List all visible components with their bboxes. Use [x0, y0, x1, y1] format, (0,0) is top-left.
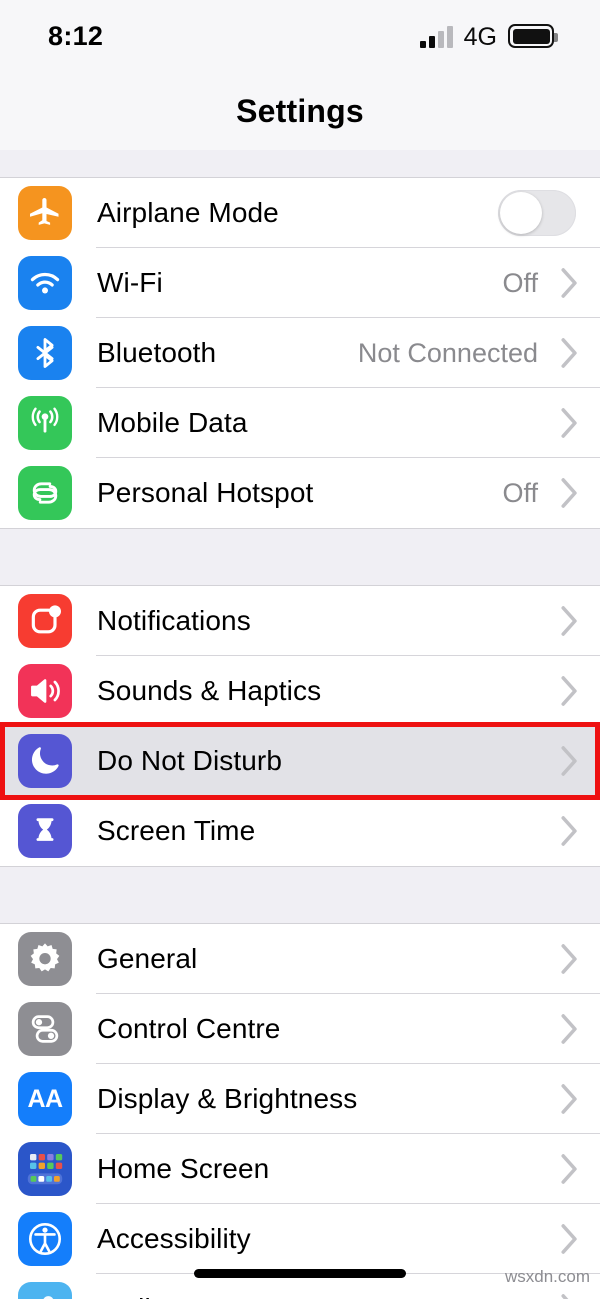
row-value: Off: [502, 267, 538, 298]
row-label: Sounds & Haptics: [97, 675, 322, 706]
chevron-right-icon: [552, 1084, 586, 1114]
airplane-mode-toggle[interactable]: [498, 190, 576, 236]
toggle-knob: [500, 192, 542, 234]
settings-list: Airplane Mode Wi-Fi Off Bluetooth Not Co…: [0, 150, 600, 1299]
settings-row-personal-hotspot[interactable]: Personal Hotspot Off: [0, 458, 600, 528]
bluetooth-icon: [18, 326, 72, 380]
control-centre-icon: [18, 1002, 72, 1056]
status-indicators: 4G: [419, 23, 558, 51]
settings-row-accessibility[interactable]: Accessibility: [0, 1204, 600, 1274]
chevron-right-icon: [552, 408, 586, 438]
row-value: Not Connected: [357, 337, 538, 368]
chevron-right-icon: [552, 746, 586, 776]
settings-row-do-not-disturb[interactable]: Do Not Disturb: [0, 726, 600, 796]
status-time: 8:12: [48, 20, 104, 51]
airplane-icon: [18, 186, 72, 240]
row-label: Home Screen: [97, 1153, 270, 1184]
iphone-settings-screen: 8:12 4G Settings Airplane Mode Wi-Fi Off…: [0, 0, 600, 1299]
settings-row-airplane-mode[interactable]: Airplane Mode: [0, 178, 600, 248]
settings-row-bluetooth[interactable]: Bluetooth Not Connected: [0, 318, 600, 388]
row-value: Off: [502, 477, 538, 508]
group-gap: [0, 150, 600, 178]
row-label: Airplane Mode: [97, 197, 279, 228]
group-gap: [0, 528, 600, 586]
display-brightness-icon: AA: [18, 1072, 72, 1126]
chevron-right-icon: [552, 606, 586, 636]
battery-icon: [508, 24, 558, 48]
status-bar: 8:12 4G: [0, 0, 600, 72]
settings-row-wi-fi[interactable]: Wi-Fi Off: [0, 248, 600, 318]
chevron-right-icon: [552, 816, 586, 846]
page-title: Settings: [236, 92, 364, 129]
chevron-right-icon: [552, 1224, 586, 1254]
do-not-disturb-icon: [18, 734, 72, 788]
row-label: Do Not Disturb: [97, 745, 283, 776]
row-label: Bluetooth: [97, 337, 217, 368]
home-screen-icon: [18, 1142, 72, 1196]
settings-row-screen-time[interactable]: Screen Time: [0, 796, 600, 866]
chevron-right-icon: [552, 338, 586, 368]
wallpaper-icon: [18, 1282, 72, 1299]
chevron-right-icon: [552, 1154, 586, 1184]
settings-group-alerts: Notifications Sounds & Haptics Do Not Di…: [0, 586, 600, 866]
settings-row-sounds-haptics[interactable]: Sounds & Haptics: [0, 656, 600, 726]
settings-row-mobile-data[interactable]: Mobile Data: [0, 388, 600, 458]
row-label: Wallpaper: [97, 1293, 552, 1299]
general-gear-icon: [18, 932, 72, 986]
cellular-signal-icon: [419, 26, 453, 48]
screen-time-icon: [18, 804, 72, 858]
row-label: Notifications: [97, 605, 251, 636]
navigation-bar: Settings: [0, 72, 600, 150]
chevron-right-icon: [552, 1014, 586, 1044]
row-label: Screen Time: [97, 815, 256, 846]
settings-row-home-screen[interactable]: Home Screen: [0, 1134, 600, 1204]
settings-group-connectivity: Airplane Mode Wi-Fi Off Bluetooth Not Co…: [0, 178, 600, 528]
row-label: Wi-Fi: [97, 267, 163, 298]
group-gap: [0, 866, 600, 924]
row-label: Personal Hotspot: [97, 477, 314, 508]
row-label: General: [97, 943, 198, 974]
chevron-right-icon: [552, 1294, 586, 1299]
settings-row-control-centre[interactable]: Control Centre: [0, 994, 600, 1064]
chevron-right-icon: [552, 944, 586, 974]
row-label: Mobile Data: [97, 407, 248, 438]
chevron-right-icon: [552, 478, 586, 508]
row-label: Display & Brightness: [97, 1083, 358, 1114]
home-indicator[interactable]: [194, 1269, 406, 1278]
watermark: wsxdn.com: [504, 1267, 590, 1286]
mobile-data-icon: [18, 396, 72, 450]
sounds-haptics-icon: [18, 664, 72, 718]
chevron-right-icon: [552, 268, 586, 298]
settings-row-display-brightness[interactable]: AA Display & Brightness: [0, 1064, 600, 1134]
network-type-label: 4G: [463, 23, 497, 51]
accessibility-icon: [18, 1212, 72, 1266]
settings-row-general[interactable]: General: [0, 924, 600, 994]
wifi-icon: [18, 256, 72, 310]
row-label: Control Centre: [97, 1013, 281, 1044]
notifications-icon: [18, 594, 72, 648]
settings-group-system: General Control Centre AA Display & Brig…: [0, 924, 600, 1299]
row-label: Accessibility: [97, 1223, 251, 1254]
settings-row-notifications[interactable]: Notifications: [0, 586, 600, 656]
chevron-right-icon: [552, 676, 586, 706]
personal-hotspot-icon: [18, 466, 72, 520]
